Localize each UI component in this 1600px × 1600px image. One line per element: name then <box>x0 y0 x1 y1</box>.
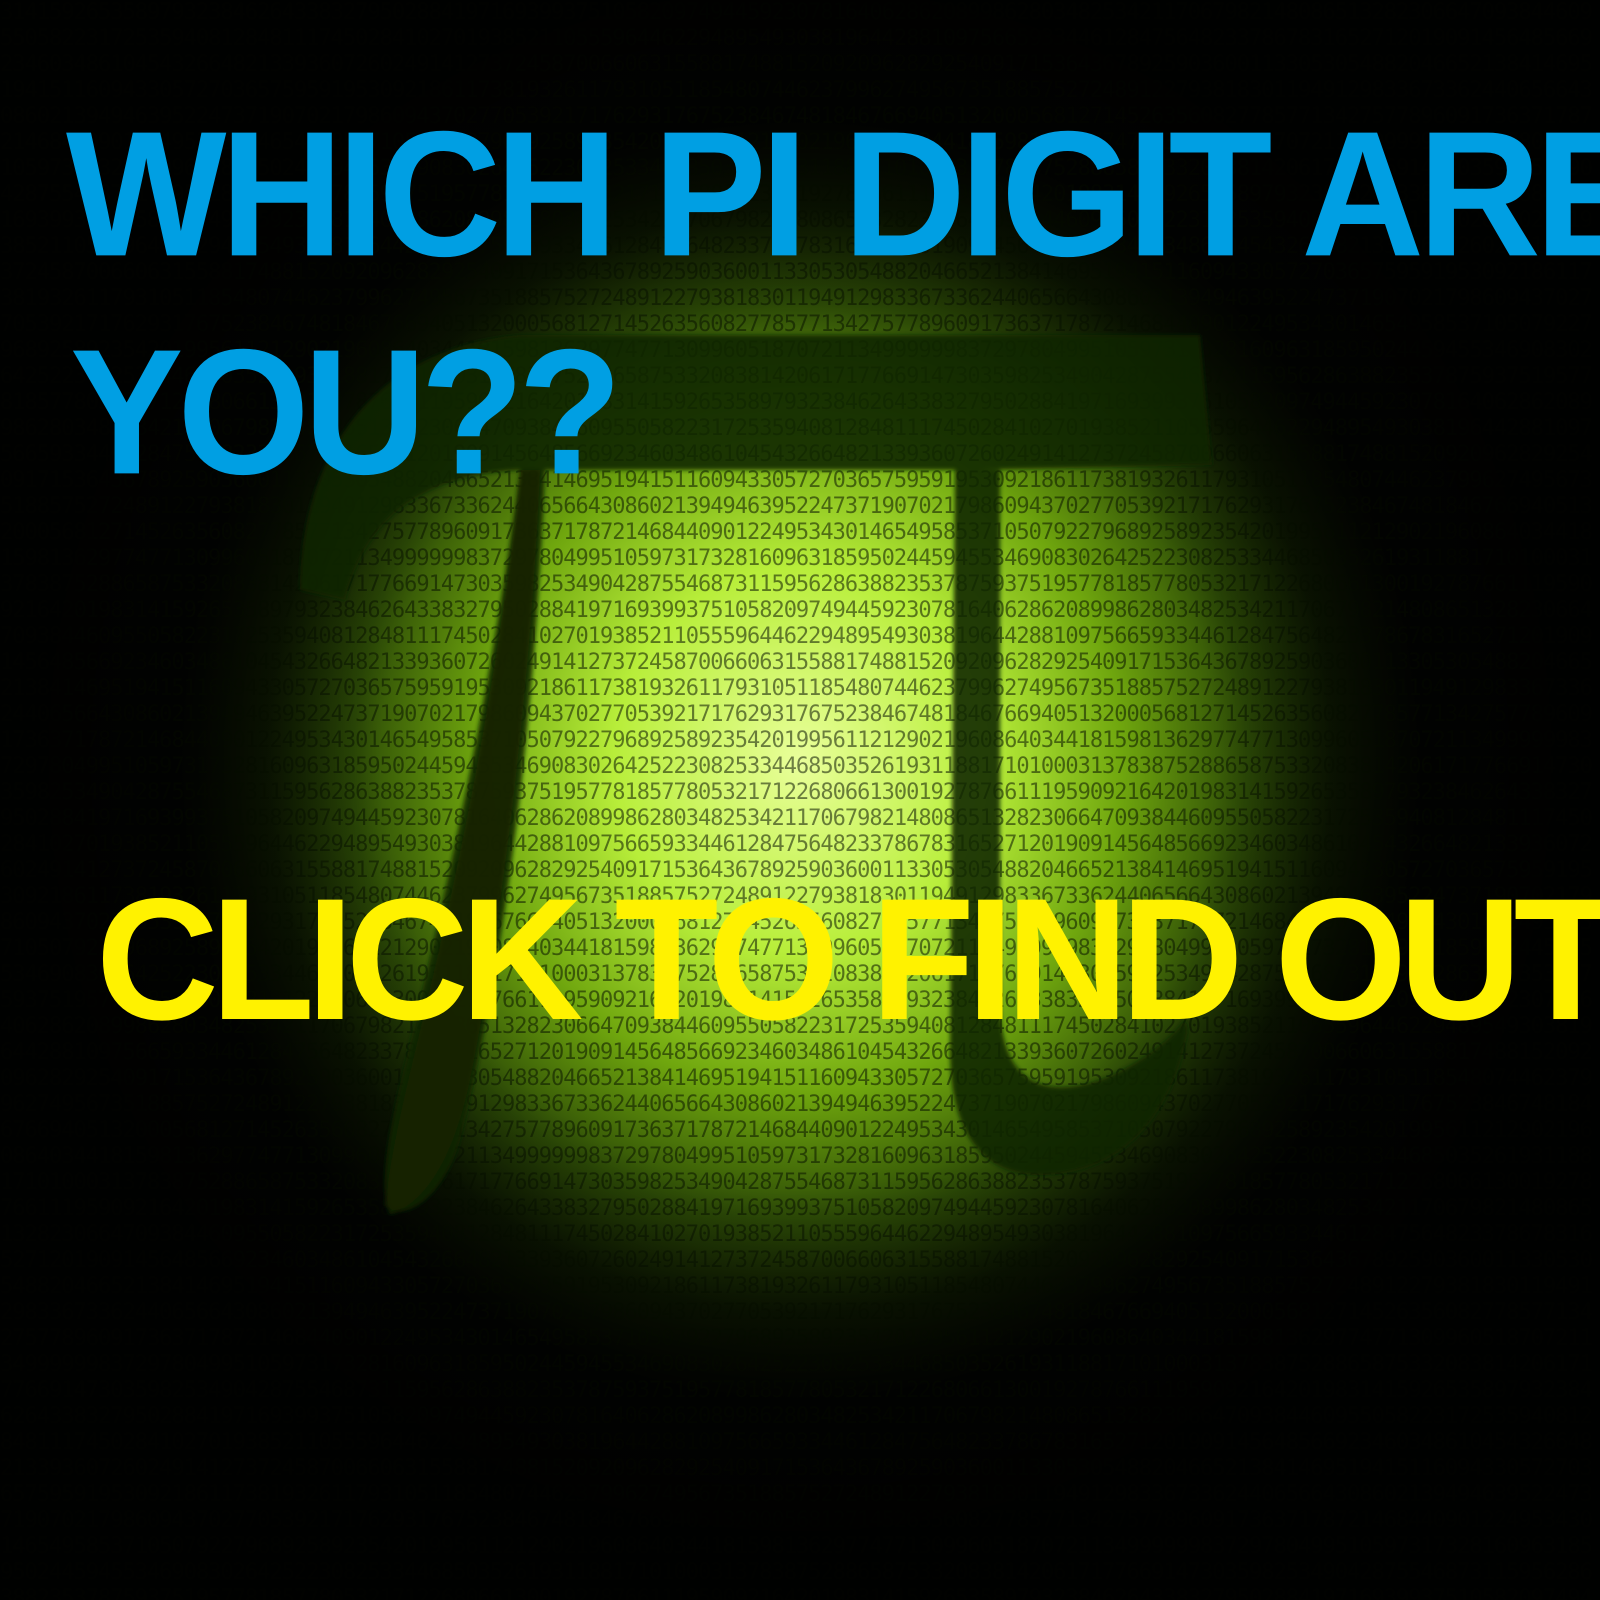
quiz-title-line-1: WHICH PI DIGIT ARE <box>66 94 1600 295</box>
quiz-title-line-2: YOU?? <box>70 312 622 513</box>
quiz-ad-banner[interactable]: 3141592653589793238462643383279502884197… <box>0 0 1600 1600</box>
click-to-find-out-link[interactable]: CLICK TO FIND OUT <box>96 868 1600 1052</box>
